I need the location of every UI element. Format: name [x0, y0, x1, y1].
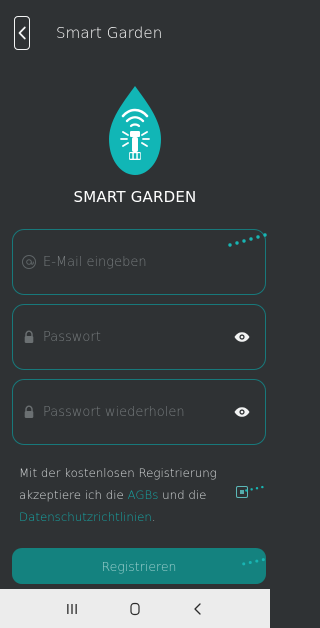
- nav-back-button[interactable]: [183, 596, 213, 622]
- android-navigation-bar: [0, 589, 270, 628]
- brand-title: SMART GARDEN: [73, 188, 197, 206]
- register-button[interactable]: Registrieren: [12, 548, 266, 584]
- at-sign-icon: [21, 254, 37, 270]
- water-drop-sprinkler-icon: [109, 86, 161, 175]
- password-field[interactable]: [12, 304, 266, 370]
- repeat-password-input[interactable]: [43, 404, 227, 420]
- recent-apps-icon: [66, 603, 77, 614]
- agb-link[interactable]: AGBs: [128, 488, 159, 502]
- eye-icon: [234, 332, 250, 342]
- app-screen: Smart Garden SMART GARDEN E-Mail eingebe…: [0, 0, 270, 628]
- consent-suffix: .: [151, 510, 156, 524]
- email-field[interactable]: [12, 229, 266, 295]
- consent-text: Mit der kostenlosen Registrierung akzept…: [19, 462, 234, 528]
- page-title: Smart Garden: [56, 24, 163, 42]
- recent-apps-button[interactable]: [57, 596, 87, 622]
- lock-icon: [21, 404, 37, 420]
- privacy-policy-link[interactable]: Datenschutzrichtlinien: [19, 510, 152, 524]
- home-icon: [130, 602, 140, 615]
- app-header: Smart Garden: [14, 14, 262, 52]
- chevron-left-icon: [18, 26, 26, 40]
- back-icon: [194, 602, 201, 615]
- show-password-button[interactable]: [233, 327, 251, 347]
- lock-icon: [21, 329, 37, 345]
- consent-checkbox[interactable]: [236, 486, 248, 498]
- home-button[interactable]: [120, 596, 150, 622]
- email-input[interactable]: [43, 254, 251, 270]
- eye-icon: [234, 407, 250, 417]
- back-button[interactable]: [14, 16, 30, 50]
- logo-area: [0, 81, 270, 181]
- show-repeat-password-button[interactable]: [233, 402, 251, 422]
- repeat-password-field[interactable]: [12, 379, 266, 445]
- consent-middle: und die: [158, 488, 207, 502]
- password-input[interactable]: [43, 329, 227, 345]
